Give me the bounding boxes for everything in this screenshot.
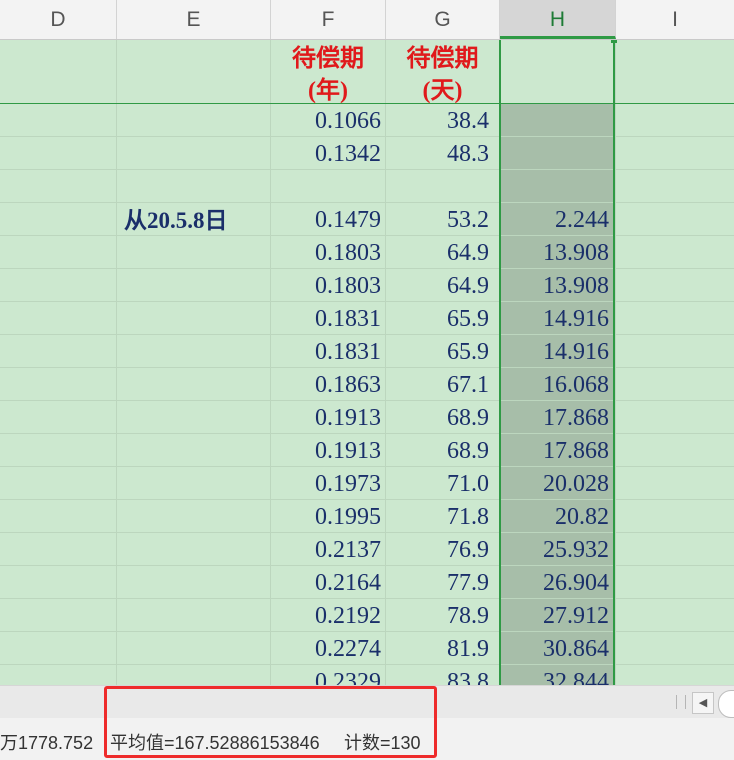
cell-g[interactable]: 67.1 xyxy=(386,369,493,402)
cell-g[interactable]: 48.3 xyxy=(386,138,493,171)
cell-h[interactable] xyxy=(500,171,613,204)
cell-h[interactable]: 32.844 xyxy=(500,666,613,685)
column-header-i[interactable]: I xyxy=(616,0,734,39)
cell-h[interactable]: 17.868 xyxy=(500,402,613,435)
cell-h[interactable]: 2.244 xyxy=(500,204,613,237)
cell-f[interactable]: 0.2329 xyxy=(271,666,385,685)
cell-h[interactable]: 14.916 xyxy=(500,336,613,369)
column-header-bar: D E F G H I xyxy=(0,0,734,40)
cell-g[interactable]: 83.8 xyxy=(386,666,493,685)
cell-f[interactable]: 0.1479 xyxy=(271,204,385,237)
cell-f[interactable]: 0.2164 xyxy=(271,567,385,600)
status-bar: 万1778.752 平均值=167.52886153846 计数=130 xyxy=(0,718,734,760)
status-sum[interactable]: 万1778.752 xyxy=(0,729,93,755)
cell-g[interactable]: 71.0 xyxy=(386,468,493,501)
cell-g[interactable] xyxy=(386,171,493,204)
header-f-line1: 待偿期 xyxy=(292,46,364,72)
cell-f[interactable] xyxy=(271,171,385,204)
cell-f[interactable]: 0.1831 xyxy=(271,336,385,369)
cell-g[interactable]: 38.4 xyxy=(386,105,493,138)
column-header-f[interactable]: F xyxy=(271,0,386,39)
header-g-line1: 待偿期 xyxy=(406,46,479,72)
cell-h[interactable]: 13.908 xyxy=(500,270,613,303)
cell-h[interactable]: 26.904 xyxy=(500,567,613,600)
cell-h[interactable]: 20.028 xyxy=(500,468,613,501)
status-count[interactable]: 计数=130 xyxy=(344,729,421,755)
cell-f[interactable]: 0.2192 xyxy=(271,600,385,633)
header-cell-g[interactable]: 待偿期 (天) xyxy=(386,43,499,107)
column-header-h[interactable]: H xyxy=(500,0,616,39)
cell-f[interactable]: 0.1066 xyxy=(271,105,385,138)
note-cell[interactable]: 从20.5.8日 xyxy=(124,204,274,237)
cell-f[interactable]: 0.2137 xyxy=(271,534,385,567)
scroll-thumb[interactable] xyxy=(718,690,734,718)
cell-h[interactable]: 14.916 xyxy=(500,303,613,336)
cell-h[interactable]: 17.868 xyxy=(500,435,613,468)
status-average[interactable]: 平均值=167.52886153846 xyxy=(110,729,320,755)
cell-g[interactable]: 68.9 xyxy=(386,435,493,468)
column-header-e[interactable]: E xyxy=(117,0,271,39)
cell-h[interactable]: 20.82 xyxy=(500,501,613,534)
cell-h[interactable]: 30.864 xyxy=(500,633,613,666)
header-cell-f[interactable]: 待偿期 (年) xyxy=(271,43,385,107)
cell-f[interactable]: 0.1803 xyxy=(271,237,385,270)
column-header-d[interactable]: D xyxy=(0,0,117,39)
cell-g[interactable]: 76.9 xyxy=(386,534,493,567)
cell-g[interactable]: 81.9 xyxy=(386,633,493,666)
cell-f[interactable]: 0.1913 xyxy=(271,402,385,435)
header-f-line2: (年) xyxy=(308,78,348,104)
cell-f[interactable]: 0.2274 xyxy=(271,633,385,666)
cell-h[interactable]: 27.912 xyxy=(500,600,613,633)
column-header-g[interactable]: G xyxy=(386,0,500,39)
split-handle-icon[interactable] xyxy=(676,695,686,709)
cell-h[interactable] xyxy=(500,105,613,138)
header-g-line2: (天) xyxy=(422,78,463,104)
cell-g[interactable]: 53.2 xyxy=(386,204,493,237)
cell-f[interactable]: 0.1863 xyxy=(271,369,385,402)
fill-handle[interactable] xyxy=(611,40,617,43)
cell-h[interactable] xyxy=(500,138,613,171)
scroll-left-icon[interactable]: ◀ xyxy=(692,692,714,714)
cell-g[interactable]: 68.9 xyxy=(386,402,493,435)
horizontal-scrollbar[interactable]: ◀ xyxy=(0,685,734,719)
cell-g[interactable]: 78.9 xyxy=(386,600,493,633)
cell-h[interactable]: 13.908 xyxy=(500,237,613,270)
cell-f[interactable]: 0.1973 xyxy=(271,468,385,501)
cell-g[interactable]: 65.9 xyxy=(386,303,493,336)
cell-f[interactable]: 0.1342 xyxy=(271,138,385,171)
cell-f[interactable]: 0.1831 xyxy=(271,303,385,336)
cell-h[interactable]: 16.068 xyxy=(500,369,613,402)
spreadsheet-grid[interactable]: 待偿期 (年) 待偿期 (天) 从20.5.8日 0.1066 38.4 0.134… xyxy=(0,40,734,685)
cell-g[interactable]: 77.9 xyxy=(386,567,493,600)
cell-h[interactable]: 25.932 xyxy=(500,534,613,567)
cell-g[interactable]: 64.9 xyxy=(386,270,493,303)
cell-g[interactable]: 71.8 xyxy=(386,501,493,534)
cell-f[interactable]: 0.1803 xyxy=(271,270,385,303)
cell-g[interactable]: 64.9 xyxy=(386,237,493,270)
cell-f[interactable]: 0.1913 xyxy=(271,435,385,468)
cell-g[interactable]: 65.9 xyxy=(386,336,493,369)
cell-f[interactable]: 0.1995 xyxy=(271,501,385,534)
